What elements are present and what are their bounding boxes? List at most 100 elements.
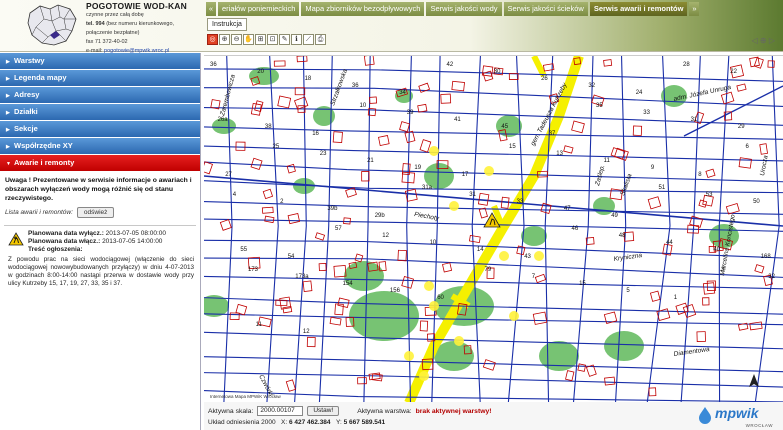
building — [725, 203, 740, 215]
zoom-extent-icon[interactable]: ⊡ — [267, 34, 278, 45]
building — [219, 219, 232, 231]
building — [254, 100, 264, 113]
house-number: 173 — [248, 267, 259, 273]
map-drawing[interactable]: 36201836344230263224282226a3816103941453… — [204, 56, 783, 402]
sidebar-item-label: Sekcje — [14, 124, 38, 133]
coordinates-row: Układ odniesienia 2000 X: 6 427 462.384 … — [208, 419, 385, 426]
house-number: 24 — [636, 90, 643, 96]
house-number: 22 — [730, 69, 737, 75]
sidebar-item-parcels[interactable]: ▶ Działki — [0, 104, 200, 120]
outage-list-label: Lista awarii i remontów: — [5, 209, 73, 216]
house-number: 13 — [556, 151, 563, 157]
tab-sewage-quality[interactable]: Serwis jakości ścieków — [503, 2, 588, 16]
building — [696, 331, 706, 342]
building — [604, 376, 616, 386]
refresh-button[interactable]: odśwież — [76, 207, 115, 218]
brand-name: mpwik — [715, 405, 759, 421]
active-layer-label: Aktywna warstwa: — [357, 407, 412, 415]
house-number: 36 — [210, 62, 217, 68]
outage-entry[interactable]: Planowana data wyłącz.: 2013-07-05 08:00… — [4, 225, 196, 288]
tab-water-quality[interactable]: Serwis jakości wody — [426, 2, 502, 16]
outage-dates: Planowana data wyłącz.: 2013-07-05 08:00… — [28, 230, 196, 254]
sidebar-item-legend[interactable]: ▶ Legenda mapy — [0, 70, 200, 86]
house-number: 57 — [335, 226, 342, 232]
building — [482, 359, 496, 371]
service-tabs: « eriałów poniemieckich Mapa zbiorników … — [206, 2, 701, 16]
street-label: Urocza — [759, 154, 770, 176]
tab-materials[interactable]: eriałów poniemieckich — [218, 2, 300, 16]
building — [399, 121, 411, 133]
house-number: 38 — [265, 124, 272, 130]
zoom-out-icon[interactable]: ⊖ — [231, 34, 242, 45]
map-credit: Internetowa Mapa MPWiK Wrocław — [210, 394, 281, 399]
pan-hand-icon[interactable]: ✋ — [243, 34, 254, 45]
house-number: 29 — [738, 124, 745, 130]
ruler-icon[interactable]: ⟋ — [303, 34, 314, 45]
zoom-window-icon[interactable]: ⊞ — [255, 34, 266, 45]
instruction-button[interactable]: Instrukcja — [207, 18, 247, 31]
sidebar-item-label: Współrzędne XY — [14, 141, 73, 150]
house-number: 168 — [761, 254, 772, 260]
zoom-in-icon[interactable]: ⊕ — [219, 34, 230, 45]
building — [302, 280, 313, 292]
mpwik-logo: mpwik WROCŁAW — [697, 404, 777, 428]
building — [675, 302, 689, 315]
sidebar-item-label: Działki — [14, 107, 38, 116]
house-number: 15 — [509, 144, 516, 150]
house-number: 1 — [674, 295, 678, 301]
house-number: 27 — [225, 172, 232, 178]
tab-scroll-right[interactable]: » — [689, 2, 700, 16]
building — [343, 217, 351, 225]
sidebar-item-sections[interactable]: ▶ Sekcje — [0, 121, 200, 137]
water-pipe — [406, 56, 412, 402]
measure-icon[interactable]: ✎ — [279, 34, 290, 45]
building — [440, 93, 452, 104]
house-number: 4 — [233, 192, 237, 198]
sidebar-item-label: Legenda mapy — [14, 73, 67, 82]
identify-icon[interactable]: ℹ — [291, 34, 302, 45]
sidebar-item-outages[interactable]: ▼ Awarie i remonty — [0, 155, 200, 171]
building — [354, 253, 364, 263]
house-number: 55 — [240, 247, 247, 253]
fax-number: fax 71 372-40-02 — [86, 39, 128, 45]
print-icon[interactable]: ⎙ — [315, 34, 326, 45]
house-number: 46 — [572, 226, 579, 232]
house-number: 37 — [549, 131, 556, 137]
building — [345, 187, 357, 198]
target-icon[interactable]: ◎ — [207, 34, 218, 45]
house-number: 31 — [469, 192, 476, 198]
building — [261, 206, 274, 214]
water-pipe — [507, 56, 525, 402]
water-pipe — [204, 331, 783, 350]
phone-number: tel. 994 — [86, 21, 105, 27]
sidebar-item-layers[interactable]: ▶ Warstwy — [0, 53, 200, 69]
triangle-down-icon: ▼ — [6, 161, 11, 167]
tab-outages[interactable]: Serwis awarii i remontów — [589, 2, 688, 16]
set-scale-button[interactable]: Ustaw! — [307, 406, 340, 416]
tab-tanks-map[interactable]: Mapa zbiorników bezodpływowych — [301, 2, 425, 16]
end-label: Planowana data włącz.: — [28, 238, 101, 245]
scale-input[interactable]: 2000.00107 — [257, 406, 304, 416]
tab-scroll-left[interactable]: « — [206, 2, 216, 16]
house-number: 156 — [390, 288, 401, 294]
outage-zone — [424, 281, 434, 291]
sidebar-item-coordinates[interactable]: ▶ Współrzędne XY — [0, 138, 200, 154]
building — [451, 80, 465, 92]
house-number: 26 — [541, 76, 548, 82]
house-number: 18 — [305, 76, 312, 82]
map-nav-icons[interactable]: ◁ ⊕ ▷ — [752, 36, 775, 45]
house-number: 53 — [706, 192, 713, 198]
reference-system: Układ odniesienia 2000 — [208, 419, 276, 426]
outage-zone — [429, 146, 439, 156]
house-number: 35 — [596, 103, 603, 109]
house-number: 43 — [524, 254, 531, 260]
house-number: 47 — [564, 206, 571, 212]
building — [404, 130, 416, 144]
map-canvas[interactable]: 36 20 18 36 34 42 30 26 32 24 28 22 26a 38 16 10 39 41 45 3… — [204, 55, 783, 402]
building — [720, 91, 735, 105]
building — [571, 120, 585, 134]
sidebar-item-addresses[interactable]: ▶ Adresy — [0, 87, 200, 103]
content-label: Treść ogłoszenia: — [28, 246, 83, 253]
house-number: 36 — [352, 83, 359, 89]
water-pipe — [204, 180, 783, 194]
